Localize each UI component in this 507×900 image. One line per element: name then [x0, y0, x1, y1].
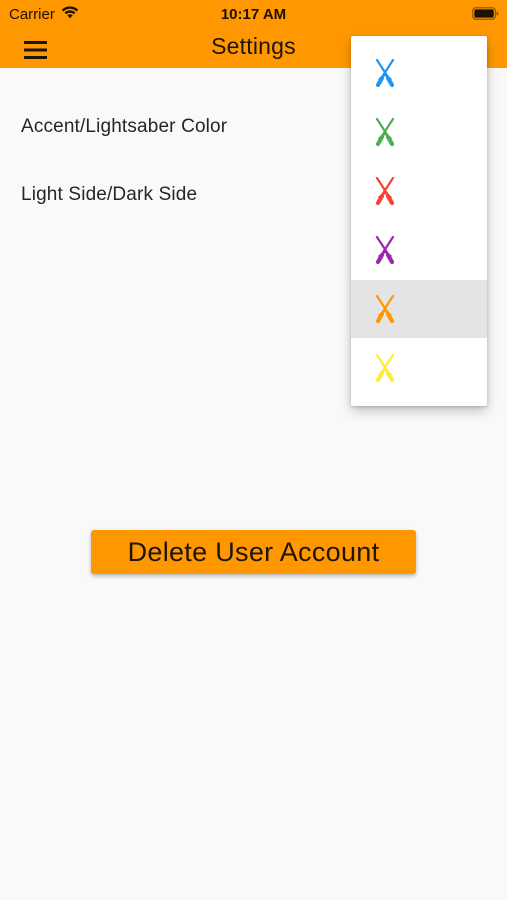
crossed-lightsabers-icon — [375, 353, 395, 383]
crossed-lightsabers-icon — [375, 58, 395, 88]
crossed-lightsabers-icon — [375, 176, 395, 206]
color-option-orange[interactable] — [351, 280, 487, 338]
color-option-green[interactable] — [351, 103, 487, 161]
color-option-blue[interactable] — [351, 44, 487, 102]
status-time: 10:17 AM — [220, 6, 287, 23]
color-dropdown-menu — [351, 36, 487, 406]
delete-account-button[interactable]: Delete User Account — [91, 530, 416, 574]
crossed-lightsabers-icon — [375, 117, 395, 147]
crossed-lightsabers-icon — [375, 294, 395, 324]
color-option-yellow[interactable] — [351, 339, 487, 397]
color-option-purple[interactable] — [351, 221, 487, 279]
color-option-red[interactable] — [351, 162, 487, 220]
status-bar: Carrier 10:17 AM — [0, 0, 507, 28]
battery-full-icon — [472, 7, 499, 20]
setting-accent-color[interactable]: Accent/Lightsaber Color — [21, 116, 227, 138]
crossed-lightsabers-icon — [375, 235, 395, 265]
setting-light-dark-side[interactable]: Light Side/Dark Side — [21, 184, 197, 206]
